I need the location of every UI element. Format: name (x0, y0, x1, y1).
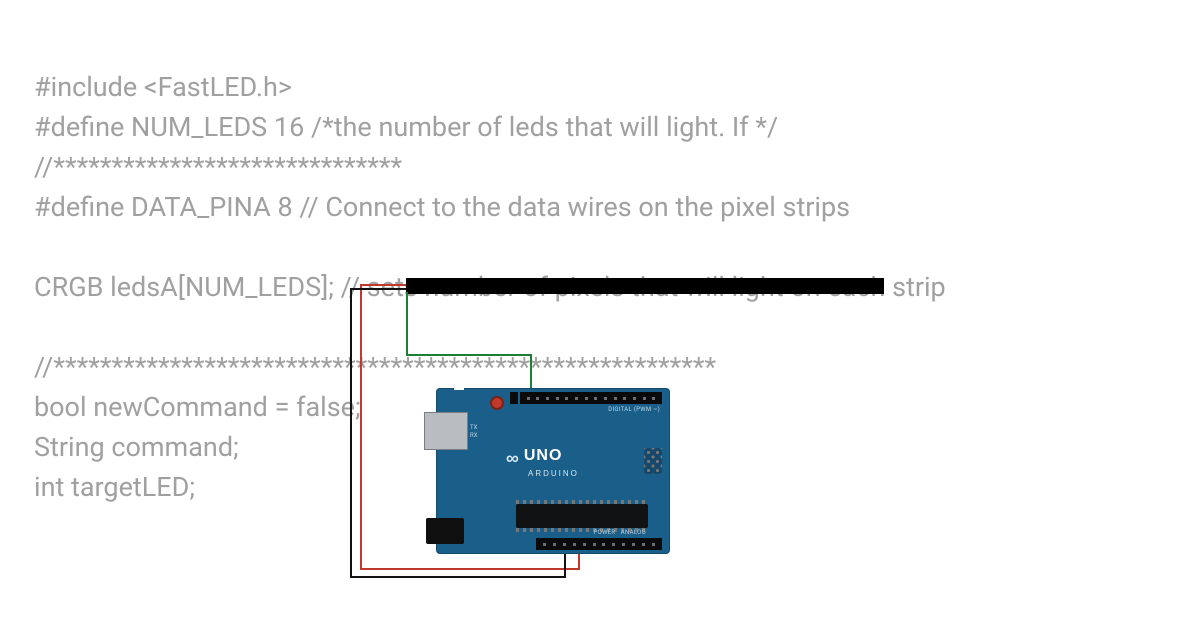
atmega-chip-icon (516, 504, 648, 528)
power-analog-pin-header (536, 538, 662, 550)
pin-header (510, 392, 518, 404)
wire-red (360, 284, 406, 286)
wire-red (360, 568, 580, 570)
usb-port-icon (424, 412, 468, 450)
code-line: #define DATA_PINA 8 // Connect to the da… (34, 188, 1200, 228)
arduino-logo-icon: ∞ (506, 447, 518, 470)
wire-black (350, 288, 352, 578)
board-brand: ARDUINO (528, 469, 579, 479)
icsp-header-icon (644, 448, 662, 474)
wire-black (350, 288, 406, 290)
digital-pins-label: DIGITAL (PWM ~) (608, 406, 660, 413)
code-line: //****************************** (34, 148, 1200, 188)
wire-green (406, 292, 408, 356)
wire-green (406, 354, 532, 356)
code-line (34, 228, 1200, 268)
board-model: UNO (524, 447, 563, 464)
board-branding: ∞ UNO ARDUINO (506, 446, 579, 479)
power-jack-icon (426, 518, 464, 544)
power-analog-pins-label: POWER ANALOG (594, 529, 646, 536)
arduino-board: TX RX ∞ UNO ARDUINO DIGITAL (PWM ~) POWER… (436, 388, 670, 554)
wiring-diagram: TX RX ∞ UNO ARDUINO DIGITAL (PWM ~) POWER… (344, 274, 884, 574)
code-line: #include <FastLED.h> (34, 68, 1200, 108)
wire-black (350, 576, 566, 578)
code-line: #define NUM_LEDS 16 /*the number of leds… (34, 108, 1200, 148)
wire-red (360, 284, 362, 570)
led-strip (406, 278, 884, 294)
txrx-label: TX RX (470, 424, 477, 440)
reset-button-icon (490, 396, 504, 410)
digital-pin-header (520, 392, 662, 404)
